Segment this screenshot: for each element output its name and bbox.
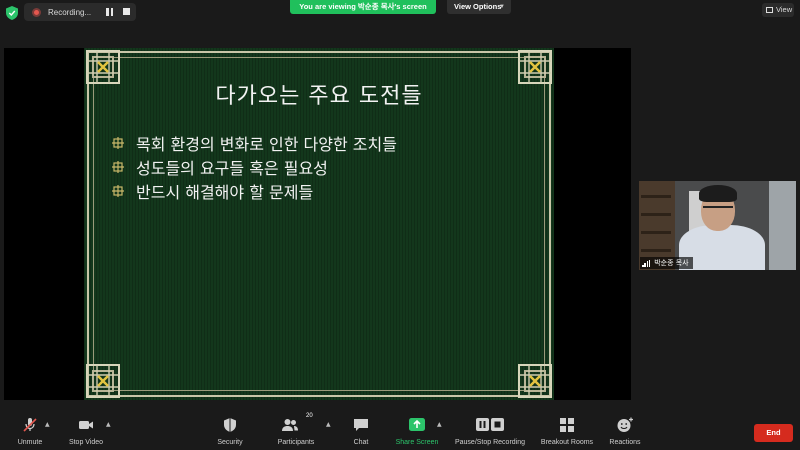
unmute-button[interactable]: Unmute — [8, 412, 52, 450]
record-dot-icon — [32, 7, 41, 17]
slide-bullet: 목회 환경의 변화로 인한 다양한 조치들 — [112, 131, 397, 155]
meeting-toolbar: Unmute ▲ Stop Video ▲ Security 20 Partic… — [0, 412, 800, 450]
corner-ornament-icon — [518, 364, 552, 398]
caret-up-icon[interactable]: ▲ — [106, 421, 111, 428]
participant-name-tag: 박순종 목사 — [640, 257, 693, 269]
bullet-ornament-icon — [112, 161, 124, 173]
slide-bullet-list: 목회 환경의 변화로 인한 다양한 조치들 성도들의 요구들 혹은 필요성 반드… — [112, 131, 397, 203]
participants-button[interactable]: 20 Participants — [273, 412, 319, 450]
shared-screen: 다가오는 주요 도전들 목회 환경의 변화로 인한 다양한 조치들 성도들의 요… — [4, 48, 631, 400]
security-shield-icon — [224, 418, 236, 432]
pause-stop-recording-button[interactable]: Pause/Stop Recording — [452, 412, 528, 450]
slide-title: 다가오는 주요 도전들 — [215, 84, 423, 109]
video-person-glasses — [703, 206, 733, 213]
stop-video-label: Stop Video — [68, 439, 104, 446]
slide-bullet-text: 목회 환경의 변화로 인한 다양한 조치들 — [136, 135, 397, 154]
chevron-down-icon: ▼ — [499, 4, 505, 10]
zoom-meeting-window: Recording... You are viewing 박순종 목사's sc… — [0, 0, 800, 450]
view-options-label: View Options — [454, 2, 502, 11]
presentation-slide: 다가오는 주요 도전들 목회 환경의 변화로 인한 다양한 조치들 성도들의 요… — [84, 48, 554, 400]
share-screen-label: Share Screen — [395, 439, 439, 446]
pause-stop-recording-icon — [476, 418, 504, 431]
participant-name: 박순종 목사 — [654, 259, 689, 267]
chat-label: Chat — [353, 439, 369, 446]
view-options-button[interactable]: View Options ▼ — [447, 0, 511, 14]
participants-label: Participants — [277, 439, 315, 446]
breakout-rooms-icon — [560, 418, 574, 432]
bullet-ornament-icon — [112, 185, 124, 197]
slide-bullet: 성도들의 요구들 혹은 필요성 — [112, 155, 397, 179]
video-camera-icon — [79, 421, 93, 429]
breakout-rooms-label: Breakout Rooms — [540, 439, 594, 446]
caret-up-icon[interactable]: ▲ — [437, 421, 442, 428]
security-button[interactable]: Security — [211, 412, 249, 450]
chat-button[interactable]: Chat — [344, 412, 378, 450]
view-button-label: View — [776, 5, 793, 14]
participants-count-badge: 20 — [306, 413, 313, 419]
reactions-label: Reactions — [609, 439, 641, 446]
bullet-ornament-icon — [112, 137, 124, 149]
chat-bubble-icon — [354, 419, 368, 431]
corner-ornament-icon — [86, 364, 120, 398]
security-label: Security — [217, 439, 243, 446]
participant-video-tile[interactable]: 박순종 목사 — [639, 181, 796, 270]
caret-up-icon[interactable]: ▲ — [45, 421, 50, 428]
signal-strength-icon — [642, 259, 651, 267]
grid-icon — [766, 7, 773, 13]
reactions-icon — [617, 417, 633, 432]
pause-icon[interactable] — [106, 8, 114, 16]
viewing-screen-banner: You are viewing 박순종 목사's screen — [290, 0, 436, 14]
stop-icon[interactable] — [123, 8, 130, 15]
recording-indicator: Recording... — [24, 3, 136, 21]
video-window — [769, 181, 796, 270]
video-person-hair — [699, 185, 737, 202]
slide-bullet-text: 성도들의 요구들 혹은 필요성 — [136, 159, 328, 178]
breakout-rooms-button[interactable]: Breakout Rooms — [537, 412, 597, 450]
view-button[interactable]: View — [762, 3, 794, 17]
slide-bullet-text: 반드시 해결해야 할 문제들 — [136, 183, 314, 202]
unmute-label: Unmute — [17, 439, 43, 446]
reactions-button[interactable]: Reactions — [605, 412, 645, 450]
pause-stop-recording-label: Pause/Stop Recording — [454, 439, 526, 446]
share-screen-button[interactable]: Share Screen — [392, 412, 442, 450]
share-screen-arrow-icon — [409, 418, 425, 431]
slide-bullet: 반드시 해결해야 할 문제들 — [112, 179, 397, 203]
caret-up-icon[interactable]: ▲ — [326, 421, 331, 428]
participants-icon — [282, 419, 299, 431]
shield-icon[interactable] — [6, 6, 18, 20]
stop-video-button[interactable]: Stop Video — [64, 412, 108, 450]
end-meeting-button[interactable]: End — [754, 424, 793, 442]
microphone-muted-icon — [23, 418, 37, 432]
recording-label: Recording... — [48, 7, 92, 17]
